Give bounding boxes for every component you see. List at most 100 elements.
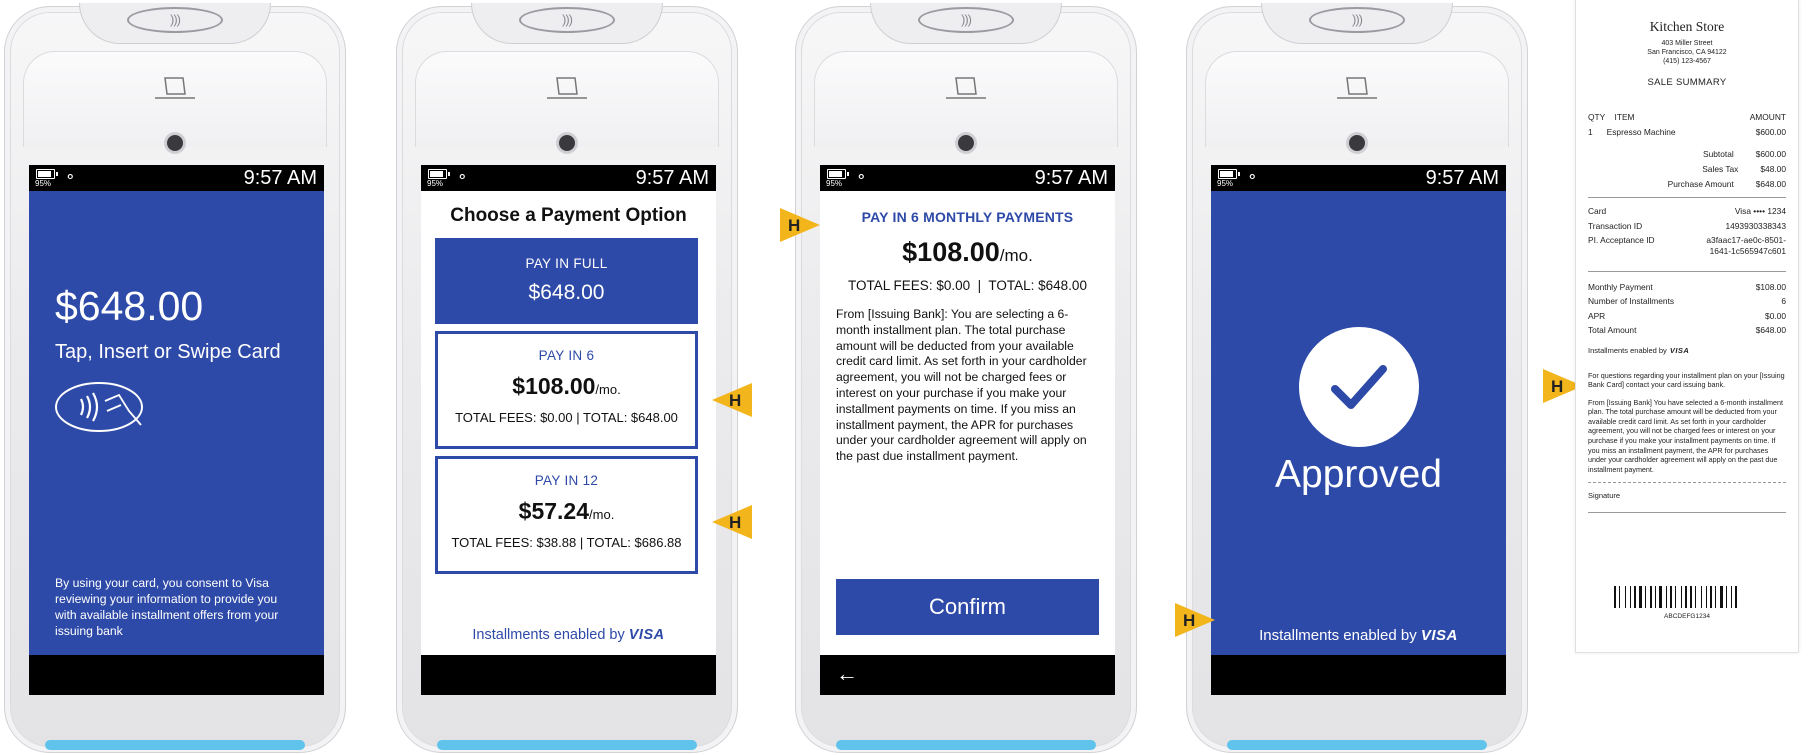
printer-icon bbox=[547, 77, 587, 99]
barcode-bar bbox=[1650, 586, 1652, 608]
back-arrow-icon[interactable]: ← bbox=[836, 661, 858, 687]
barcode-bar bbox=[1738, 586, 1739, 608]
terminal-bezel bbox=[23, 51, 327, 147]
barcode-bar bbox=[1673, 586, 1674, 608]
highlight-marker: H bbox=[780, 208, 820, 242]
pay-in-6-option[interactable]: PAY IN 6 $108.00/mo. TOTAL FEES: $0.00 |… bbox=[435, 331, 698, 449]
barcode-bar bbox=[1726, 586, 1727, 608]
apr-row: APR $0.00 bbox=[1588, 310, 1786, 321]
store-name: Kitchen Store bbox=[1649, 19, 1725, 34]
barcode-bar bbox=[1735, 586, 1737, 608]
barcode-bar bbox=[1728, 586, 1730, 608]
consent-text: By using your card, you consent to Visa … bbox=[55, 576, 279, 638]
barcode-bar bbox=[1621, 586, 1624, 608]
per-month-unit: /mo. bbox=[595, 382, 621, 397]
barcode-bar bbox=[1715, 586, 1716, 608]
status-time: 9:57 AM bbox=[1425, 167, 1499, 189]
camera-icon bbox=[958, 135, 974, 151]
payment-terminal-1: ))) 95% ⚬ 9:57 AM $648.00 Tap, Insert or… bbox=[4, 3, 346, 753]
barcode bbox=[1614, 586, 1760, 608]
signature-line bbox=[1588, 512, 1786, 514]
contactless-icon: ))) bbox=[519, 7, 615, 33]
confirm-button[interactable]: Confirm bbox=[836, 579, 1099, 635]
highlight-marker: H bbox=[1175, 603, 1215, 637]
pay-in-full-option[interactable]: PAY IN FULL $648.00 bbox=[435, 238, 698, 324]
camera-icon bbox=[167, 135, 183, 151]
nav-bar bbox=[421, 655, 716, 695]
barcode-bar bbox=[1720, 586, 1723, 608]
option-amount: $57.24/mo. bbox=[518, 498, 615, 524]
barcode-bar bbox=[1619, 586, 1620, 608]
tap-instruction: Tap, Insert or Swipe Card bbox=[55, 341, 281, 363]
battery-percent: 95% bbox=[826, 179, 843, 188]
battery-icon bbox=[428, 169, 450, 179]
barcode-bar bbox=[1733, 586, 1734, 608]
plan-amount: $108.00/mo. bbox=[902, 237, 1033, 267]
barcode-bar bbox=[1697, 586, 1700, 608]
camera-icon bbox=[1349, 135, 1365, 151]
sale-receipt: Kitchen Store 403 Miller Street San Fran… bbox=[1575, 0, 1799, 653]
barcode-bar bbox=[1681, 586, 1682, 608]
nav-bar: ← bbox=[820, 655, 1115, 695]
barcode-bar bbox=[1706, 586, 1707, 608]
pay-in-12-option[interactable]: PAY IN 12 $57.24/mo. TOTAL FEES: $38.88 … bbox=[435, 456, 698, 574]
barcode-bar bbox=[1701, 586, 1702, 608]
barcode-bar bbox=[1625, 586, 1626, 608]
screen-approved: 95% ⚬ 9:57 AM Approved Installments enab… bbox=[1211, 165, 1506, 695]
terminal-bezel bbox=[1205, 51, 1509, 147]
terminal-bezel bbox=[814, 51, 1118, 147]
terminal-base-light bbox=[1227, 740, 1487, 750]
option-fees: TOTAL FEES: $38.88 | TOTAL: $686.88 bbox=[451, 535, 682, 550]
barcode-bar bbox=[1659, 586, 1662, 608]
signature-label: Signature bbox=[1588, 491, 1621, 501]
questions-note: For questions regarding your installment… bbox=[1588, 370, 1785, 390]
barcode-bar bbox=[1731, 586, 1732, 608]
charge-amount: $648.00 bbox=[55, 283, 204, 329]
battery-icon bbox=[827, 169, 849, 179]
barcode-bar bbox=[1617, 586, 1618, 608]
barcode-bar bbox=[1630, 586, 1631, 608]
receipt-disclosure: From [Issuing Bank] You have selected a … bbox=[1588, 397, 1783, 474]
barcode-bar bbox=[1717, 586, 1719, 608]
printer-icon bbox=[1337, 77, 1377, 99]
terminal-base-light bbox=[45, 740, 305, 750]
barcode-bar bbox=[1685, 586, 1687, 608]
monthly-row: Monthly Payment $108.00 bbox=[1588, 281, 1786, 292]
installments-row: Number of Installments 6 bbox=[1588, 296, 1786, 307]
barcode-bar bbox=[1675, 586, 1676, 608]
tax-row: Sales Tax $48.00 bbox=[1702, 163, 1786, 174]
barcode-bar bbox=[1703, 586, 1705, 608]
txn-row: Transaction ID 1493930338343 bbox=[1588, 220, 1786, 231]
status-time: 9:57 AM bbox=[243, 167, 317, 189]
barcode-bar bbox=[1645, 586, 1646, 608]
divider bbox=[1588, 482, 1786, 484]
barcode-bar bbox=[1663, 586, 1665, 608]
terminal-top: ))) bbox=[79, 3, 271, 44]
highlight-marker: H bbox=[712, 505, 752, 539]
terminal-bezel bbox=[415, 51, 719, 147]
barcode-bar bbox=[1683, 586, 1684, 608]
status-bar: 95% ⚬ 9:57 AM bbox=[820, 165, 1115, 191]
wifi-icon: ⚬ bbox=[456, 169, 469, 186]
option-label: PAY IN 12 bbox=[534, 473, 599, 488]
divider bbox=[1588, 197, 1786, 199]
screen-plan-confirm: 95% ⚬ 9:57 AM PAY IN 6 MONTHLY PAYMENTS … bbox=[820, 165, 1115, 695]
battery-icon bbox=[1218, 169, 1240, 179]
printer-icon bbox=[946, 77, 986, 99]
barcode-bar bbox=[1639, 586, 1642, 608]
barcode-bar bbox=[1657, 586, 1658, 608]
payment-terminal-3: ))) 95% ⚬ 9:57 AM PAY IN 6 MONTHLY PAYME… bbox=[795, 3, 1137, 753]
item-header: QTY ITEM AMOUNT bbox=[1588, 112, 1786, 123]
barcode-bar bbox=[1632, 586, 1633, 608]
battery-percent: 95% bbox=[427, 179, 444, 188]
barcode-bar bbox=[1666, 586, 1667, 608]
visa-logo: VISA bbox=[628, 627, 665, 643]
barcode-bar bbox=[1655, 586, 1656, 608]
printer-icon bbox=[155, 77, 195, 99]
highlight-marker: H bbox=[1543, 369, 1583, 403]
approved-panel: Approved Installments enabled by VISA bbox=[1211, 191, 1506, 655]
payment-terminal-2: ))) 95% ⚬ 9:57 AM Choose a Payment Optio… bbox=[396, 3, 738, 753]
barcode-bar bbox=[1724, 586, 1725, 608]
option-amount: $648.00 bbox=[528, 281, 605, 304]
nav-bar bbox=[1211, 655, 1506, 695]
